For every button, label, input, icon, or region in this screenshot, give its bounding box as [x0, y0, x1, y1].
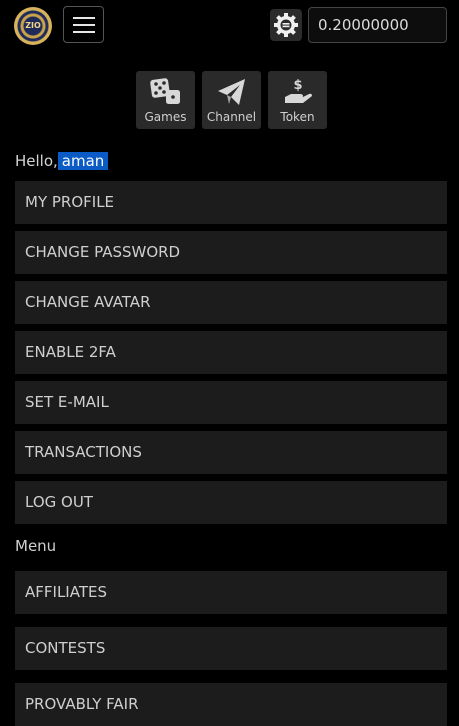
- menu-item-affiliates[interactable]: AFFILIATES: [15, 571, 447, 614]
- site-logo[interactable]: ZIO: [14, 7, 52, 45]
- menu-item-change-password[interactable]: CHANGE PASSWORD: [15, 231, 447, 274]
- greeting: Hello, aman: [15, 151, 109, 171]
- hamburger-icon: [73, 17, 95, 19]
- greeting-prefix: Hello,: [15, 152, 58, 170]
- settings-button[interactable]: [270, 9, 302, 41]
- username: aman: [57, 152, 109, 170]
- menu-item-set-email[interactable]: SET E-MAIL: [15, 381, 447, 424]
- menu-item-transactions[interactable]: TRANSACTIONS: [15, 431, 447, 474]
- menu-item-change-avatar[interactable]: CHANGE AVATAR: [15, 281, 447, 324]
- hamburger-icon-bar: [73, 24, 95, 26]
- menu-item-contests[interactable]: CONTESTS: [15, 627, 447, 670]
- quick-link-label: Channel: [206, 110, 257, 124]
- quick-link-channel[interactable]: Channel: [202, 71, 261, 129]
- menu-toggle-button[interactable]: [63, 6, 104, 43]
- hamburger-icon-bar: [73, 31, 95, 33]
- top-bar: ZIO 0.20000000: [0, 0, 459, 52]
- menu-item-my-profile[interactable]: MY PROFILE: [15, 181, 447, 224]
- menu-item-enable-2fa[interactable]: ENABLE 2FA: [15, 331, 447, 374]
- svg-text:$: $: [293, 78, 302, 93]
- quick-link-label: Games: [144, 110, 187, 124]
- dice-icon: [149, 78, 180, 104]
- quick-link-label: Token: [280, 110, 315, 124]
- logo-text: ZIO: [25, 21, 41, 30]
- balance-display[interactable]: 0.20000000: [308, 7, 447, 43]
- menu-section-title: Menu: [15, 537, 57, 555]
- gear-icon: [274, 13, 298, 37]
- paper-plane-icon: [217, 79, 245, 105]
- menu-item-log-out[interactable]: LOG OUT: [15, 481, 447, 524]
- quick-link-token[interactable]: $ Token: [268, 71, 327, 129]
- quick-link-games[interactable]: Games: [136, 71, 195, 129]
- hand-dollar-icon: $: [284, 78, 312, 103]
